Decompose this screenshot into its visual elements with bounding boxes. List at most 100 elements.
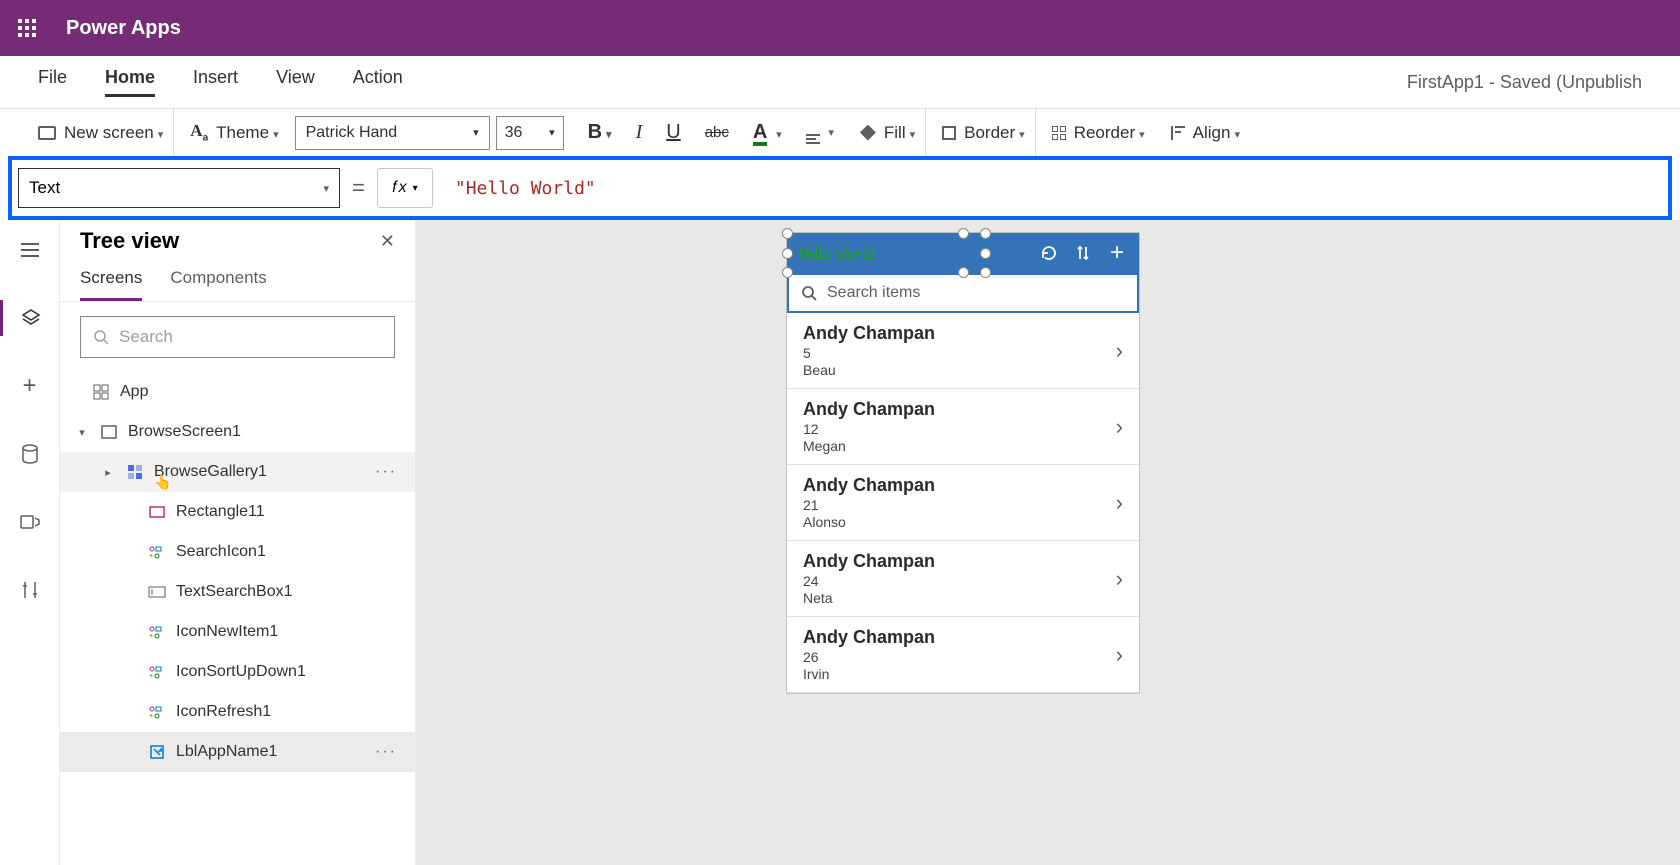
tree-row[interactable]: ▾BrowseScreen1 <box>60 412 415 452</box>
media-icon <box>20 513 40 531</box>
search-icon <box>93 329 109 345</box>
tree-item-icon <box>146 501 168 523</box>
rail-tools[interactable] <box>0 572 59 608</box>
font-color-button[interactable]: A <box>753 121 782 144</box>
underline-button[interactable]: U <box>666 121 680 144</box>
add-icon[interactable]: + <box>1107 243 1127 263</box>
gallery-item-sub: Megan <box>803 438 935 454</box>
gallery-item[interactable]: Andy Champan26Irvin › <box>787 617 1139 693</box>
font-family-select[interactable]: Patrick Hand ▾ <box>295 116 490 150</box>
refresh-icon[interactable] <box>1039 243 1059 263</box>
property-value: Text <box>29 178 60 198</box>
phone-header-title[interactable]: Hello World <box>799 240 1025 266</box>
document-status: FirstApp1 - Saved (Unpublish <box>1407 72 1642 93</box>
tree-row[interactable]: TextSearchBox1 <box>60 572 415 612</box>
layers-icon <box>21 308 41 328</box>
canvas-area[interactable]: Hello World + Search items Andy Champan5… <box>416 220 1680 865</box>
font-size-select[interactable]: 36 ▾ <box>496 116 564 150</box>
new-screen-button[interactable]: New screen <box>28 109 174 156</box>
cursor-icon: 👆 <box>154 474 171 491</box>
new-screen-label: New screen <box>64 123 163 143</box>
font-name-value: Patrick Hand <box>306 124 398 142</box>
rail-media[interactable] <box>0 504 59 540</box>
formula-input[interactable] <box>445 168 1662 208</box>
equals-label: = <box>352 175 365 201</box>
plus-icon: + <box>22 372 36 400</box>
app-title: Power Apps <box>66 17 181 40</box>
property-select[interactable]: Text ▾ <box>18 168 340 208</box>
menu-insert[interactable]: Insert <box>193 67 238 97</box>
menu-file[interactable]: File <box>38 67 67 97</box>
theme-button[interactable]: Aa Theme <box>180 109 288 156</box>
fx-icon: x <box>399 179 407 197</box>
close-panel-button[interactable]: ✕ <box>380 231 395 252</box>
gallery-item-number: 12 <box>803 421 935 437</box>
tree-search-input[interactable]: Search <box>80 316 395 358</box>
tab-screens[interactable]: Screens <box>80 268 142 301</box>
tree-row[interactable]: +IconRefresh1 <box>60 692 415 732</box>
phone-header[interactable]: Hello World + <box>787 233 1139 273</box>
reorder-label: Reorder <box>1074 123 1145 143</box>
rail-data[interactable] <box>0 436 59 472</box>
italic-button[interactable]: I <box>636 121 643 144</box>
tree-view-title: Tree view <box>80 228 179 254</box>
gallery-item[interactable]: Andy Champan24Neta› <box>787 541 1139 617</box>
gallery-item-name: Andy Champan <box>803 399 935 420</box>
sort-icon[interactable] <box>1073 243 1093 263</box>
app-label: App <box>120 383 148 401</box>
app-launcher-icon[interactable] <box>18 19 36 37</box>
menu-view[interactable]: View <box>276 67 315 97</box>
tab-components[interactable]: Components <box>170 268 266 301</box>
gallery-item[interactable]: Andy Champan12Megan› <box>787 389 1139 465</box>
tree-row[interactable]: LblAppName1··· <box>60 732 415 772</box>
tree-row[interactable]: Rectangle11 <box>60 492 415 532</box>
gallery-item-number: 26 <box>803 649 935 665</box>
align-button[interactable]: Align <box>1161 109 1250 156</box>
fill-button[interactable]: Fill <box>850 109 926 156</box>
rail-insert[interactable]: + <box>0 368 59 404</box>
rail-hamburger[interactable] <box>0 232 59 268</box>
fx-expand-button[interactable]: fx▾ <box>377 168 433 208</box>
tree-app-root[interactable]: App <box>60 372 415 412</box>
tree-item-icon <box>124 461 146 483</box>
screen-icon <box>38 126 56 140</box>
paint-bucket-icon <box>860 125 876 141</box>
gallery-item[interactable]: Andy Champan21Alonso› <box>787 465 1139 541</box>
gallery-item[interactable]: Andy Champan5Beau› <box>787 313 1139 389</box>
title-bar: Power Apps <box>0 0 1680 56</box>
tree-item-label: IconSortUpDown1 <box>176 663 306 681</box>
tree-item-label: IconNewItem1 <box>176 623 278 641</box>
rail-tree-view[interactable] <box>0 300 59 336</box>
gallery-item-name: Andy Champan <box>803 627 935 648</box>
fill-label: Fill <box>884 123 915 143</box>
tree-row[interactable]: + IconSortUpDown1 <box>60 652 415 692</box>
more-icon[interactable]: ··· <box>375 743 397 761</box>
more-icon[interactable]: ··· <box>375 463 397 481</box>
chevron-right-icon: › <box>1116 642 1123 668</box>
reorder-button[interactable]: Reorder <box>1042 109 1155 156</box>
tree-row[interactable]: +SearchIcon1 <box>60 532 415 572</box>
gallery-item-sub: Neta <box>803 590 935 606</box>
chevron-right-icon: › <box>1116 566 1123 592</box>
tree-item-label: Rectangle11 <box>176 503 265 521</box>
tree-row[interactable]: + IconNewItem1 <box>60 612 415 652</box>
left-rail: + <box>0 220 60 865</box>
tree-item-icon <box>98 421 120 443</box>
tools-icon <box>21 580 39 600</box>
svg-text:+: + <box>149 713 153 719</box>
bold-button[interactable]: B <box>588 121 612 144</box>
tree-item-icon: + <box>146 621 168 643</box>
phone-search-input[interactable]: Search items <box>787 273 1139 313</box>
app-icon <box>90 381 112 403</box>
menu-action[interactable]: Action <box>353 67 403 97</box>
tree-item-icon: + <box>146 661 168 683</box>
tree-row[interactable]: ▸BrowseGallery1···👆 <box>60 452 415 492</box>
border-button[interactable]: Border <box>932 109 1036 156</box>
gallery-item-number: 5 <box>803 345 935 361</box>
text-align-button[interactable] <box>806 121 834 144</box>
menu-home[interactable]: Home <box>105 67 155 97</box>
phone-gallery[interactable]: Andy Champan5Beau›Andy Champan12Megan›An… <box>787 313 1139 693</box>
gallery-item-sub: Irvin <box>803 666 935 682</box>
chevron-right-icon: › <box>1116 338 1123 364</box>
strikethrough-button[interactable]: abc <box>705 124 729 141</box>
